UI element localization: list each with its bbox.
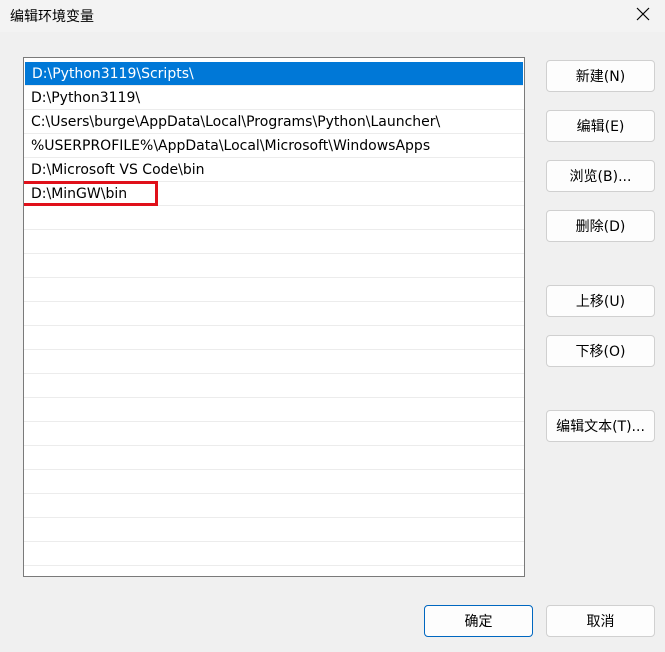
empty-row[interactable] — [24, 470, 524, 494]
empty-row[interactable] — [24, 518, 524, 542]
cancel-button[interactable]: 取消 — [546, 605, 655, 637]
delete-button[interactable]: 删除(D) — [546, 210, 655, 242]
window-title: 编辑环境变量 — [10, 9, 94, 25]
new-button[interactable]: 新建(N) — [546, 60, 655, 92]
empty-row[interactable] — [24, 254, 524, 278]
list-item[interactable]: C:\Users\burge\AppData\Local\Programs\Py… — [24, 110, 524, 134]
title-bar: 编辑环境变量 — [0, 0, 665, 32]
ok-button[interactable]: 确定 — [424, 605, 533, 637]
path-list[interactable]: D:\Python3119\Scripts\ D:\Python3119\ C:… — [23, 57, 525, 577]
list-item[interactable]: %USERPROFILE%\AppData\Local\Microsoft\Wi… — [24, 134, 524, 158]
list-item[interactable]: D:\Python3119\ — [24, 86, 524, 110]
move-up-button[interactable]: 上移(U) — [546, 285, 655, 317]
empty-row[interactable] — [24, 230, 524, 254]
list-item[interactable]: D:\Microsoft VS Code\bin — [24, 158, 524, 182]
move-down-button[interactable]: 下移(O) — [546, 335, 655, 367]
empty-row[interactable] — [24, 422, 524, 446]
empty-row[interactable] — [24, 326, 524, 350]
empty-row[interactable] — [24, 374, 524, 398]
empty-row[interactable] — [24, 302, 524, 326]
list-item[interactable]: D:\Python3119\Scripts\ — [25, 62, 523, 86]
empty-row[interactable] — [24, 446, 524, 470]
list-item-highlighted[interactable]: D:\MinGW\bin — [24, 181, 524, 206]
empty-row[interactable] — [24, 542, 524, 566]
empty-row[interactable] — [24, 398, 524, 422]
browse-button[interactable]: 浏览(B)... — [546, 160, 655, 192]
empty-row[interactable] — [24, 206, 524, 230]
empty-row[interactable] — [24, 278, 524, 302]
close-icon — [636, 7, 650, 25]
edit-button[interactable]: 编辑(E) — [546, 110, 655, 142]
empty-row[interactable] — [24, 350, 524, 374]
close-button[interactable] — [621, 0, 665, 32]
edit-text-button[interactable]: 编辑文本(T)... — [546, 410, 655, 442]
empty-row[interactable] — [24, 494, 524, 518]
